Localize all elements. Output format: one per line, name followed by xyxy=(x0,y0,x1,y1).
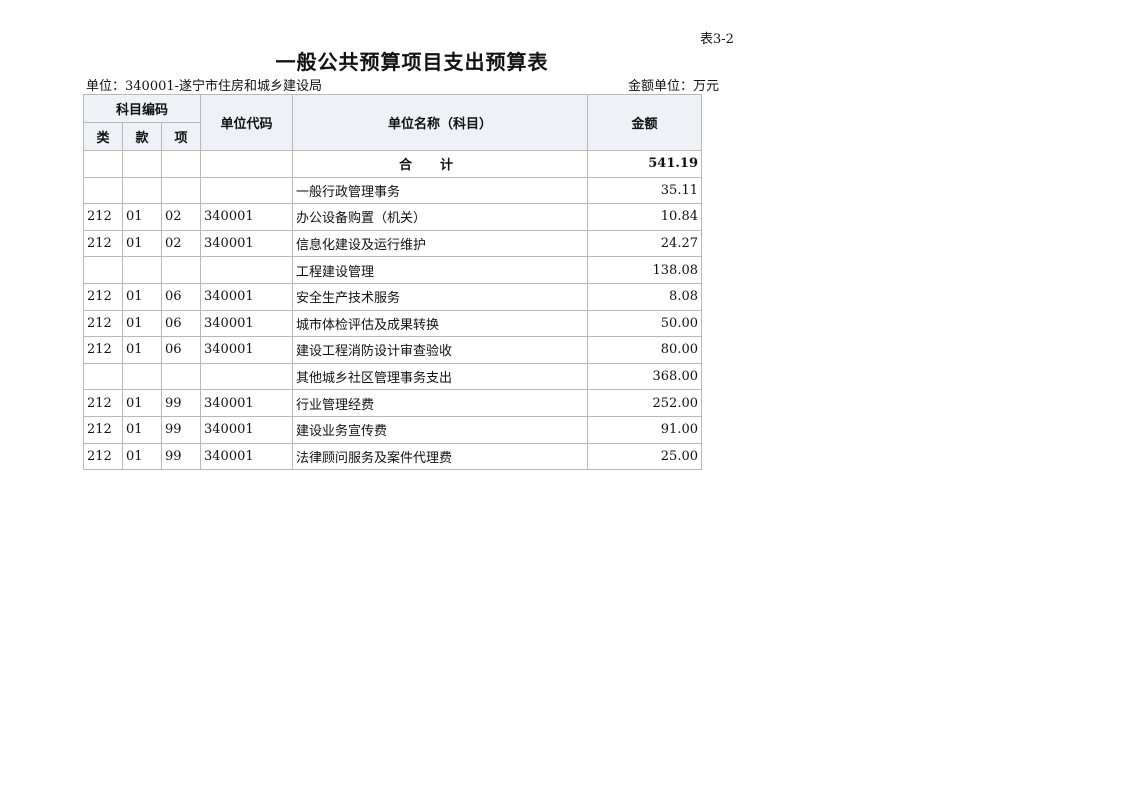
table-row: 一般行政管理事务 35.11 xyxy=(83,176,702,205)
cell-amount: 35.11 xyxy=(587,176,702,205)
cell-amount: 8.08 xyxy=(587,282,702,311)
cell-kuan: 01 xyxy=(122,415,162,444)
cell-unit-name: 法律顾问服务及案件代理费 xyxy=(292,442,588,471)
table-row: 212 01 06 340001 城市体检评估及成果转换 50.00 xyxy=(83,309,702,338)
header-subject-code: 科目编码 xyxy=(83,94,201,123)
cell-lei: 212 xyxy=(83,415,123,444)
table-number: 表3-2 xyxy=(700,32,734,47)
total-label: 合计 xyxy=(292,150,588,178)
cell-amount: 368.00 xyxy=(587,362,702,391)
cell-unit-code: 340001 xyxy=(200,309,293,338)
header-unit-name: 单位名称（科目） xyxy=(292,94,588,151)
cell-unit-code: 340001 xyxy=(200,442,293,471)
cell-amount: 50.00 xyxy=(587,309,702,338)
header-kuan: 款 xyxy=(122,122,162,151)
header-unit-code: 单位代码 xyxy=(200,94,293,151)
header-lei: 类 xyxy=(83,122,123,151)
table-row: 其他城乡社区管理事务支出 368.00 xyxy=(83,362,702,391)
cell-kuan: 01 xyxy=(122,389,162,417)
cell-xiang: 02 xyxy=(161,229,201,258)
cell-xiang xyxy=(161,362,201,391)
cell-lei: 212 xyxy=(83,336,123,364)
total-lei xyxy=(83,150,123,178)
cell-kuan: 01 xyxy=(122,203,162,231)
cell-xiang xyxy=(161,176,201,205)
cell-xiang: 99 xyxy=(161,389,201,417)
cell-unit-name: 城市体检评估及成果转换 xyxy=(292,309,588,338)
cell-lei: 212 xyxy=(83,389,123,417)
cell-xiang: 06 xyxy=(161,309,201,338)
cell-unit-name: 建设业务宣传费 xyxy=(292,415,588,444)
cell-lei xyxy=(83,176,123,205)
cell-lei: 212 xyxy=(83,309,123,338)
cell-unit-code: 340001 xyxy=(200,415,293,444)
table-body: 合计 541.19 一般行政管理事务 35.11 212 01 02 340001 办公设备… xyxy=(83,150,702,471)
total-row: 合计 541.19 xyxy=(83,150,702,178)
table-row: 212 01 99 340001 法律顾问服务及案件代理费 25.00 xyxy=(83,442,702,471)
cell-unit-code: 340001 xyxy=(200,389,293,417)
cell-unit-name: 办公设备购置（机关） xyxy=(292,203,588,231)
table-row: 212 01 06 340001 安全生产技术服务 8.08 xyxy=(83,282,702,311)
cell-amount: 25.00 xyxy=(587,442,702,471)
cell-unit-name: 工程建设管理 xyxy=(292,256,588,284)
cell-unit-name: 其他城乡社区管理事务支出 xyxy=(292,362,588,391)
cell-xiang: 06 xyxy=(161,336,201,364)
cell-unit-code: 340001 xyxy=(200,229,293,258)
cell-amount: 10.84 xyxy=(587,203,702,231)
cell-amount: 138.08 xyxy=(587,256,702,284)
total-amount: 541.19 xyxy=(587,150,702,178)
cell-lei: 212 xyxy=(83,229,123,258)
table-row: 212 01 06 340001 建设工程消防设计审查验收 80.00 xyxy=(83,336,702,364)
cell-lei: 212 xyxy=(83,203,123,231)
cell-amount: 24.27 xyxy=(587,229,702,258)
cell-kuan: 01 xyxy=(122,282,162,311)
cell-lei: 212 xyxy=(83,282,123,311)
cell-lei xyxy=(83,256,123,284)
table-row: 212 01 99 340001 行业管理经费 252.00 xyxy=(83,389,702,417)
cell-xiang: 99 xyxy=(161,442,201,471)
cell-unit-name: 一般行政管理事务 xyxy=(292,176,588,205)
cell-lei: 212 xyxy=(83,442,123,471)
total-kuan xyxy=(122,150,162,178)
cell-kuan xyxy=(122,256,162,284)
cell-xiang: 02 xyxy=(161,203,201,231)
cell-xiang xyxy=(161,256,201,284)
cell-amount: 252.00 xyxy=(587,389,702,417)
cell-xiang: 06 xyxy=(161,282,201,311)
table-row: 212 01 02 340001 办公设备购置（机关） 10.84 xyxy=(83,203,702,231)
header-amount: 金额 xyxy=(587,94,702,151)
cell-kuan: 01 xyxy=(122,309,162,338)
cell-kuan: 01 xyxy=(122,229,162,258)
total-code xyxy=(200,150,293,178)
cell-unit-name: 信息化建设及运行维护 xyxy=(292,229,588,258)
page-title: 一般公共预算项目支出预算表 xyxy=(275,50,549,74)
cell-kuan: 01 xyxy=(122,336,162,364)
amount-unit: 金额单位：万元 xyxy=(628,79,720,94)
cell-amount: 80.00 xyxy=(587,336,702,364)
cell-kuan xyxy=(122,176,162,205)
table-row: 工程建设管理 138.08 xyxy=(83,256,702,284)
table-row: 212 01 02 340001 信息化建设及运行维护 24.27 xyxy=(83,229,702,258)
cell-kuan xyxy=(122,362,162,391)
cell-lei xyxy=(83,362,123,391)
cell-xiang: 99 xyxy=(161,415,201,444)
cell-unit-name: 行业管理经费 xyxy=(292,389,588,417)
cell-unit-name: 建设工程消防设计审查验收 xyxy=(292,336,588,364)
cell-unit-code: 340001 xyxy=(200,336,293,364)
cell-amount: 91.00 xyxy=(587,415,702,444)
cell-unit-code: 340001 xyxy=(200,203,293,231)
unit-line: 单位：340001-遂宁市住房和城乡建设局 xyxy=(86,79,323,94)
total-xiang xyxy=(161,150,201,178)
cell-unit-code xyxy=(200,362,293,391)
cell-unit-code xyxy=(200,176,293,205)
budget-table: 科目编码 单位代码 单位名称（科目） 金额 类 款 项 合计 541.19 一般… xyxy=(83,94,702,471)
cell-unit-code: 340001 xyxy=(200,282,293,311)
cell-unit-name: 安全生产技术服务 xyxy=(292,282,588,311)
table-row: 212 01 99 340001 建设业务宣传费 91.00 xyxy=(83,415,702,444)
cell-kuan: 01 xyxy=(122,442,162,471)
cell-unit-code xyxy=(200,256,293,284)
header-xiang: 项 xyxy=(161,122,201,151)
